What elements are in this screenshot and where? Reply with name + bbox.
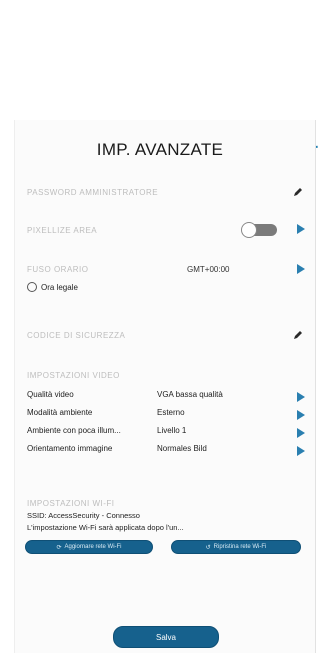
security-code-row[interactable]: CODICE DI SICUREZZA xyxy=(27,326,305,344)
wifi-section-header: IMPOSTAZIONI WI-FI xyxy=(27,494,305,512)
restore-wifi-label: Ripristina rete Wi-Fi xyxy=(213,544,267,550)
video-row-name: Ambiente con poca illum... xyxy=(27,426,121,435)
update-wifi-label: Aggiornare rete Wi-Fi xyxy=(64,544,122,550)
video-row-value: Normales Bild xyxy=(157,444,207,453)
video-row[interactable]: Orientamento immagine Normales Bild xyxy=(27,444,305,458)
save-button[interactable]: Salva xyxy=(113,626,219,648)
video-row[interactable]: Qualità video VGA bassa qualità xyxy=(27,390,305,404)
video-section-header: IMPOSTAZIONI VIDEO xyxy=(27,366,305,384)
pencil-icon[interactable] xyxy=(293,187,303,197)
admin-password-label: PASSWORD AMMINISTRATORE xyxy=(27,187,159,197)
dst-label: Ora legale xyxy=(41,282,78,292)
arrow-right-icon[interactable] xyxy=(297,446,305,456)
timezone-value: GMT+00:00 xyxy=(187,264,230,274)
video-row-name: Orientamento immagine xyxy=(27,444,113,453)
save-label: Salva xyxy=(155,632,176,642)
restore-wifi-button[interactable]: ↺ Ripristina rete Wi-Fi xyxy=(171,540,301,554)
refresh-icon: ⟳ xyxy=(56,544,62,551)
timezone-row[interactable]: FUSO ORARIO GMT+00:00 xyxy=(27,260,305,278)
video-row-name: Modalità ambiente xyxy=(27,408,93,417)
arrow-right-icon[interactable] xyxy=(297,224,305,234)
dst-row[interactable]: Ora legale xyxy=(27,278,305,296)
restore-icon: ↺ xyxy=(205,544,211,551)
video-section-label: IMPOSTAZIONI VIDEO xyxy=(27,370,120,380)
wifi-note: L'impostazione Wi-Fi sarà applicata dopo… xyxy=(27,523,184,532)
toggle-knob xyxy=(241,222,257,238)
arrow-right-icon[interactable] xyxy=(297,392,305,402)
update-wifi-button[interactable]: ⟳ Aggiornare rete Wi-Fi xyxy=(25,540,153,554)
video-row[interactable]: Ambiente con poca illum... Livello 1 xyxy=(27,426,305,440)
dst-checkbox[interactable] xyxy=(27,282,37,292)
timezone-label: FUSO ORARIO xyxy=(27,264,89,274)
arrow-right-icon[interactable] xyxy=(297,428,305,438)
pixel-privacy-toggle[interactable] xyxy=(241,222,277,238)
arrow-right-icon[interactable] xyxy=(297,264,305,274)
wifi-section-label: IMPOSTAZIONI WI-FI xyxy=(27,498,115,508)
video-row-value: Livello 1 xyxy=(157,426,187,435)
video-row-value: Esterno xyxy=(157,408,185,417)
pixel-privacy-label: PIXELLIZE AREA xyxy=(27,225,98,235)
pencil-icon[interactable] xyxy=(293,330,303,340)
security-code-label: CODICE DI SICUREZZA xyxy=(27,330,126,340)
admin-password-row[interactable]: PASSWORD AMMINISTRATORE xyxy=(27,183,305,201)
settings-panel: IMP. AVANZATE PASSWORD AMMINISTRATORE PI… xyxy=(14,120,316,653)
wifi-ssid: SSID: AccessSecurity - Connesso xyxy=(27,511,140,520)
arrow-right-icon[interactable] xyxy=(297,410,305,420)
video-row-value: VGA bassa qualità xyxy=(157,390,223,399)
video-row[interactable]: Modalità ambiente Esterno xyxy=(27,408,305,422)
page-title: IMP. AVANZATE xyxy=(96,140,224,159)
video-row-name: Qualità video xyxy=(27,390,74,399)
